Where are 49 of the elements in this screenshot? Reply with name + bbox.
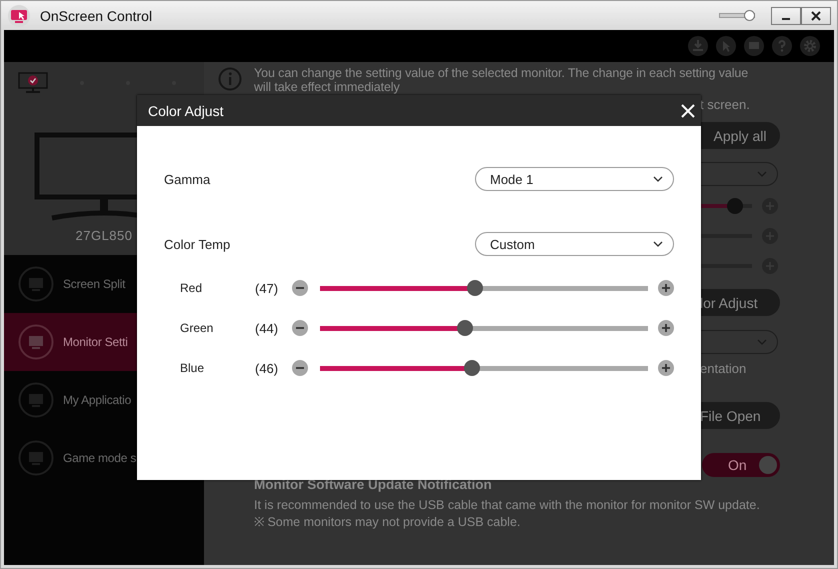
section-heading: Monitor Software Update Notification	[254, 477, 492, 492]
close-icon	[811, 10, 821, 20]
opacity-slider[interactable]	[719, 13, 755, 18]
menu-icon	[18, 266, 54, 302]
minimize-icon	[782, 18, 790, 20]
note-text: It is recommended to use the USB cable that came with the monitor for monitor SW update.	[254, 497, 761, 514]
channel-value: (47)	[255, 280, 280, 296]
chevron-down-icon	[653, 241, 663, 247]
close-button[interactable]	[801, 6, 831, 24]
info-text: You can change the setting value of the selected monitor. The change in each setting value will take effect immediately	[254, 67, 748, 96]
chevron-down-icon	[653, 176, 663, 182]
window-title: OnScreen Control	[40, 8, 154, 24]
chevron-down-icon	[757, 339, 767, 345]
minus-icon[interactable]	[292, 280, 308, 296]
sidebar-item[interactable]: Game mode s	[4, 429, 204, 487]
screen-icon[interactable]	[744, 36, 764, 56]
dialog-title: Color Adjust	[148, 102, 224, 118]
help-icon[interactable]	[772, 36, 792, 56]
chevron-down-icon	[757, 171, 767, 177]
menu-icon	[18, 324, 54, 360]
monitor-check-icon[interactable]	[18, 72, 48, 94]
gamma-dropdown[interactable]: Mode 1	[475, 167, 674, 191]
minimize-button[interactable]	[771, 6, 801, 24]
close-icon[interactable]	[681, 104, 695, 118]
settings-icon[interactable]	[800, 36, 820, 56]
color-temp-dropdown[interactable]: Custom	[475, 232, 674, 256]
setting-label: entation	[700, 361, 746, 376]
channel-value: (44)	[255, 320, 280, 336]
note-text: ※ Some monitors may not provide a USB cable.	[254, 514, 522, 531]
setting-label: Color Temp	[164, 236, 230, 252]
channel-value: (46)	[255, 360, 280, 376]
file-open-button[interactable]: File Open	[700, 402, 780, 429]
monitor-model-label: 27GL850	[76, 228, 132, 243]
cursor-icon[interactable]	[716, 36, 736, 56]
minus-icon[interactable]	[292, 360, 308, 376]
toggle-switch[interactable]: On	[702, 453, 780, 477]
app-logo-icon	[8, 4, 30, 26]
minus-icon[interactable]	[292, 320, 308, 336]
menu-icon	[18, 382, 54, 418]
info-icon	[218, 67, 242, 91]
setting-label: Gamma	[164, 172, 210, 186]
plus-icon[interactable]	[658, 320, 674, 336]
apply-all-button[interactable]: Apply all	[700, 122, 780, 149]
plus-icon[interactable]	[658, 360, 674, 376]
plus-icon[interactable]	[658, 280, 674, 296]
color-adjust-button[interactable]: lor Adjust	[700, 289, 780, 316]
menu-icon	[18, 440, 54, 476]
channel-label: Red	[179, 281, 204, 295]
download-icon[interactable]	[688, 36, 708, 56]
